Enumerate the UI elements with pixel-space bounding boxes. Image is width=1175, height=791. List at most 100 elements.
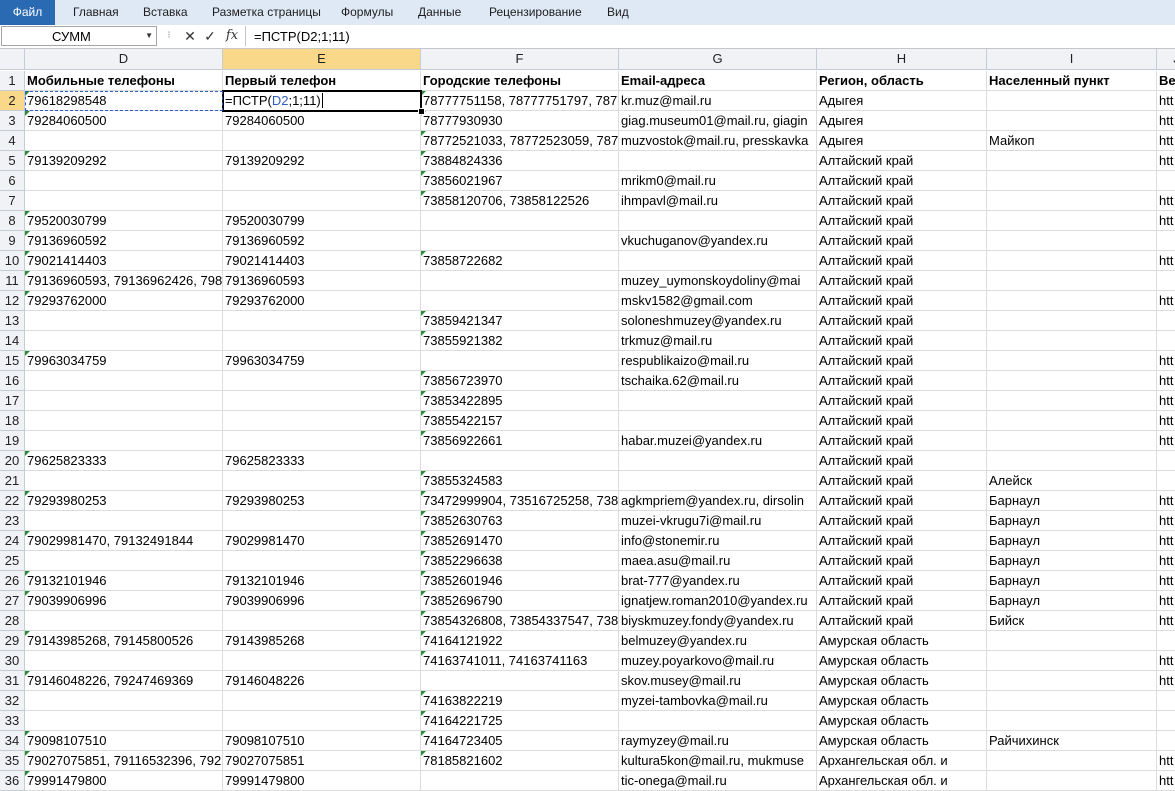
- cell-e20[interactable]: 79625823333: [223, 451, 421, 471]
- cell-e34[interactable]: 79098107510: [223, 731, 421, 751]
- cell-j33[interactable]: [1157, 711, 1175, 731]
- cell-i5[interactable]: [987, 151, 1157, 171]
- cell-d30[interactable]: [25, 651, 223, 671]
- cell-e35[interactable]: 79027075851: [223, 751, 421, 771]
- row-header-35[interactable]: 35: [0, 751, 25, 771]
- cell-j3[interactable]: htt: [1157, 111, 1175, 131]
- cell-e11[interactable]: 79136960593: [223, 271, 421, 291]
- cell-d28[interactable]: [25, 611, 223, 631]
- column-title-cell[interactable]: Регион, область: [817, 71, 987, 91]
- cell-d31[interactable]: 79146048226, 79247469369: [25, 671, 223, 691]
- row-header-20[interactable]: 20: [0, 451, 25, 471]
- cell-j29[interactable]: [1157, 631, 1175, 651]
- cell-h13[interactable]: Алтайский край: [817, 311, 987, 331]
- cell-j15[interactable]: htt: [1157, 351, 1175, 371]
- cell-h24[interactable]: Алтайский край: [817, 531, 987, 551]
- cell-d18[interactable]: [25, 411, 223, 431]
- cell-e33[interactable]: [223, 711, 421, 731]
- row-header-18[interactable]: 18: [0, 411, 25, 431]
- cell-d8[interactable]: 79520030799: [25, 211, 223, 231]
- name-box[interactable]: СУММ ▼: [1, 26, 157, 46]
- cell-h23[interactable]: Алтайский край: [817, 511, 987, 531]
- cell-e24[interactable]: 79029981470: [223, 531, 421, 551]
- cell-e22[interactable]: 79293980253: [223, 491, 421, 511]
- cell-h20[interactable]: Алтайский край: [817, 451, 987, 471]
- cell-f33[interactable]: 74164221725: [421, 711, 619, 731]
- cell-j14[interactable]: [1157, 331, 1175, 351]
- cell-h29[interactable]: Амурская область: [817, 631, 987, 651]
- cell-f31[interactable]: [421, 671, 619, 691]
- ribbon-tab-2[interactable]: Вставка: [143, 0, 188, 25]
- row-header-8[interactable]: 8: [0, 211, 25, 231]
- cell-j34[interactable]: [1157, 731, 1175, 751]
- cell-e23[interactable]: [223, 511, 421, 531]
- cell-e31[interactable]: 79146048226: [223, 671, 421, 691]
- cell-i36[interactable]: [987, 771, 1157, 791]
- row-header-22[interactable]: 22: [0, 491, 25, 511]
- cell-i15[interactable]: [987, 351, 1157, 371]
- row-header-12[interactable]: 12: [0, 291, 25, 311]
- row-header-4[interactable]: 4: [0, 131, 25, 151]
- cell-g20[interactable]: [619, 451, 817, 471]
- cell-d14[interactable]: [25, 331, 223, 351]
- row-header-28[interactable]: 28: [0, 611, 25, 631]
- cell-h36[interactable]: Архангельская обл. и: [817, 771, 987, 791]
- cell-g32[interactable]: myzei-tambovka@mail.ru: [619, 691, 817, 711]
- cell-i35[interactable]: [987, 751, 1157, 771]
- row-header-15[interactable]: 15: [0, 351, 25, 371]
- cell-g14[interactable]: trkmuz@mail.ru: [619, 331, 817, 351]
- cell-d22[interactable]: 79293980253: [25, 491, 223, 511]
- row-header-3[interactable]: 3: [0, 111, 25, 131]
- cell-d26[interactable]: 79132101946: [25, 571, 223, 591]
- row-header-13[interactable]: 13: [0, 311, 25, 331]
- column-header-h[interactable]: H: [817, 49, 987, 70]
- cell-e28[interactable]: [223, 611, 421, 631]
- cell-d25[interactable]: [25, 551, 223, 571]
- cell-h35[interactable]: Архангельская обл. и: [817, 751, 987, 771]
- row-header-26[interactable]: 26: [0, 571, 25, 591]
- cell-j2[interactable]: htt: [1157, 91, 1175, 111]
- cell-i11[interactable]: [987, 271, 1157, 291]
- column-header-g[interactable]: G: [619, 49, 817, 70]
- cell-f24[interactable]: 73852691470: [421, 531, 619, 551]
- cell-e15[interactable]: 79963034759: [223, 351, 421, 371]
- cell-e5[interactable]: 79139209292: [223, 151, 421, 171]
- cell-i17[interactable]: [987, 391, 1157, 411]
- cell-f32[interactable]: 74163822219: [421, 691, 619, 711]
- cell-f6[interactable]: 73856021967: [421, 171, 619, 191]
- cell-d32[interactable]: [25, 691, 223, 711]
- cell-g31[interactable]: skov.musey@mail.ru: [619, 671, 817, 691]
- cell-i7[interactable]: [987, 191, 1157, 211]
- cell-f5[interactable]: 73884824336: [421, 151, 619, 171]
- cancel-icon[interactable]: ✕: [181, 26, 199, 46]
- cell-f21[interactable]: 73855324583: [421, 471, 619, 491]
- row-header-31[interactable]: 31: [0, 671, 25, 691]
- cell-h18[interactable]: Алтайский край: [817, 411, 987, 431]
- cell-h3[interactable]: Адыгея: [817, 111, 987, 131]
- ribbon-tab-1[interactable]: Главная: [73, 0, 119, 25]
- cell-j12[interactable]: htt: [1157, 291, 1175, 311]
- cell-d24[interactable]: 79029981470, 79132491844: [25, 531, 223, 551]
- column-title-cell[interactable]: Населенный пункт: [987, 71, 1157, 91]
- ribbon-tab-5[interactable]: Данные: [418, 0, 461, 25]
- cell-i23[interactable]: Барнаул: [987, 511, 1157, 531]
- cell-j21[interactable]: [1157, 471, 1175, 491]
- column-title-cell[interactable]: Email-адреса: [619, 71, 817, 91]
- cell-g15[interactable]: respublikaizo@mail.ru: [619, 351, 817, 371]
- cell-f11[interactable]: [421, 271, 619, 291]
- cell-j32[interactable]: [1157, 691, 1175, 711]
- cell-e3[interactable]: 79284060500: [223, 111, 421, 131]
- column-title-cell[interactable]: Ве: [1157, 71, 1175, 91]
- cell-f13[interactable]: 73859421347: [421, 311, 619, 331]
- cell-g26[interactable]: brat-777@yandex.ru: [619, 571, 817, 591]
- cell-g23[interactable]: muzei-vkrugu7i@mail.ru: [619, 511, 817, 531]
- cell-g22[interactable]: agkmpriem@yandex.ru, dirsolin: [619, 491, 817, 511]
- cell-i18[interactable]: [987, 411, 1157, 431]
- cell-g5[interactable]: [619, 151, 817, 171]
- cell-e14[interactable]: [223, 331, 421, 351]
- cell-h12[interactable]: Алтайский край: [817, 291, 987, 311]
- cell-j28[interactable]: htt: [1157, 611, 1175, 631]
- row-header-14[interactable]: 14: [0, 331, 25, 351]
- cell-h30[interactable]: Амурская область: [817, 651, 987, 671]
- cell-j24[interactable]: htt: [1157, 531, 1175, 551]
